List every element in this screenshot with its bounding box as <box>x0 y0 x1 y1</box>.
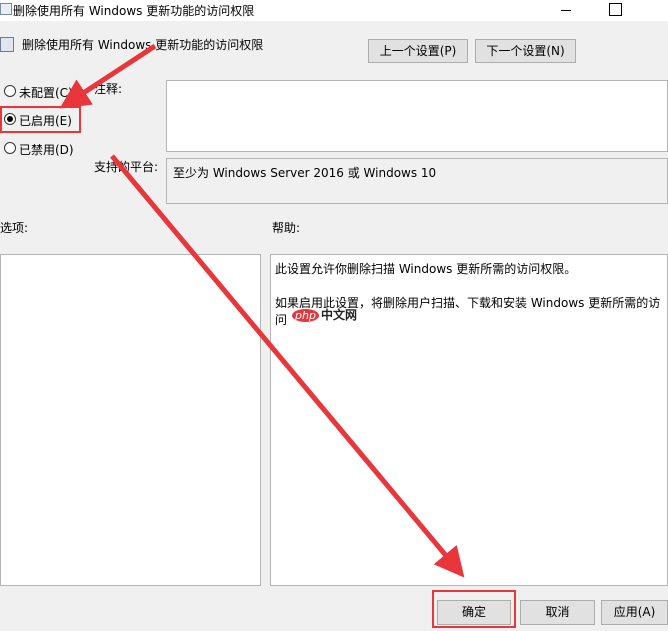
minimize-icon[interactable] <box>561 10 571 11</box>
options-panel <box>0 254 261 586</box>
next-setting-button[interactable]: 下一个设置(N) <box>475 39 576 63</box>
policy-icon <box>0 3 12 15</box>
supported-on-value: 至少为 Windows Server 2016 或 Windows 10 <box>173 166 437 180</box>
radio-label: 已禁用(D) <box>19 143 74 157</box>
setting-icon <box>0 37 14 52</box>
supported-on-label: 支持的平台: <box>94 160 159 174</box>
apply-button[interactable]: 应用(A) <box>601 600 668 625</box>
annotation-highlight-ok <box>432 590 516 628</box>
cancel-button[interactable]: 取消 <box>520 600 595 625</box>
title-bar: 删除使用所有 Windows 更新功能的访问权限 <box>0 0 668 21</box>
supported-on-field: 至少为 Windows Server 2016 或 Windows 10 <box>166 158 668 204</box>
annotation-highlight-enabled <box>0 106 81 133</box>
comment-textarea[interactable] <box>166 80 668 152</box>
policy-title: 删除使用所有 Windows 更新功能的访问权限 <box>22 38 264 52</box>
help-panel: 此设置允许你删除扫描 Windows 更新所需的访问权限。 如果启用此设置，将删… <box>270 254 668 586</box>
window-title: 删除使用所有 Windows 更新功能的访问权限 <box>13 4 255 18</box>
previous-setting-button[interactable]: 上一个设置(P) <box>368 39 468 63</box>
help-paragraph: 此设置允许你删除扫描 Windows 更新所需的访问权限。 <box>275 262 577 276</box>
maximize-icon[interactable] <box>609 3 622 16</box>
watermark-text: 中文网 <box>320 308 357 322</box>
radio-circle-icon[interactable] <box>4 142 16 154</box>
options-label: 选项: <box>0 221 29 235</box>
comment-label: 注释: <box>94 82 123 96</box>
radio-circle-icon[interactable] <box>4 85 16 97</box>
watermark: php 中文网 <box>292 306 357 323</box>
radio-label: 未配置(C) <box>19 86 73 100</box>
php-logo: php <box>292 309 319 322</box>
help-label: 帮助: <box>272 221 301 235</box>
